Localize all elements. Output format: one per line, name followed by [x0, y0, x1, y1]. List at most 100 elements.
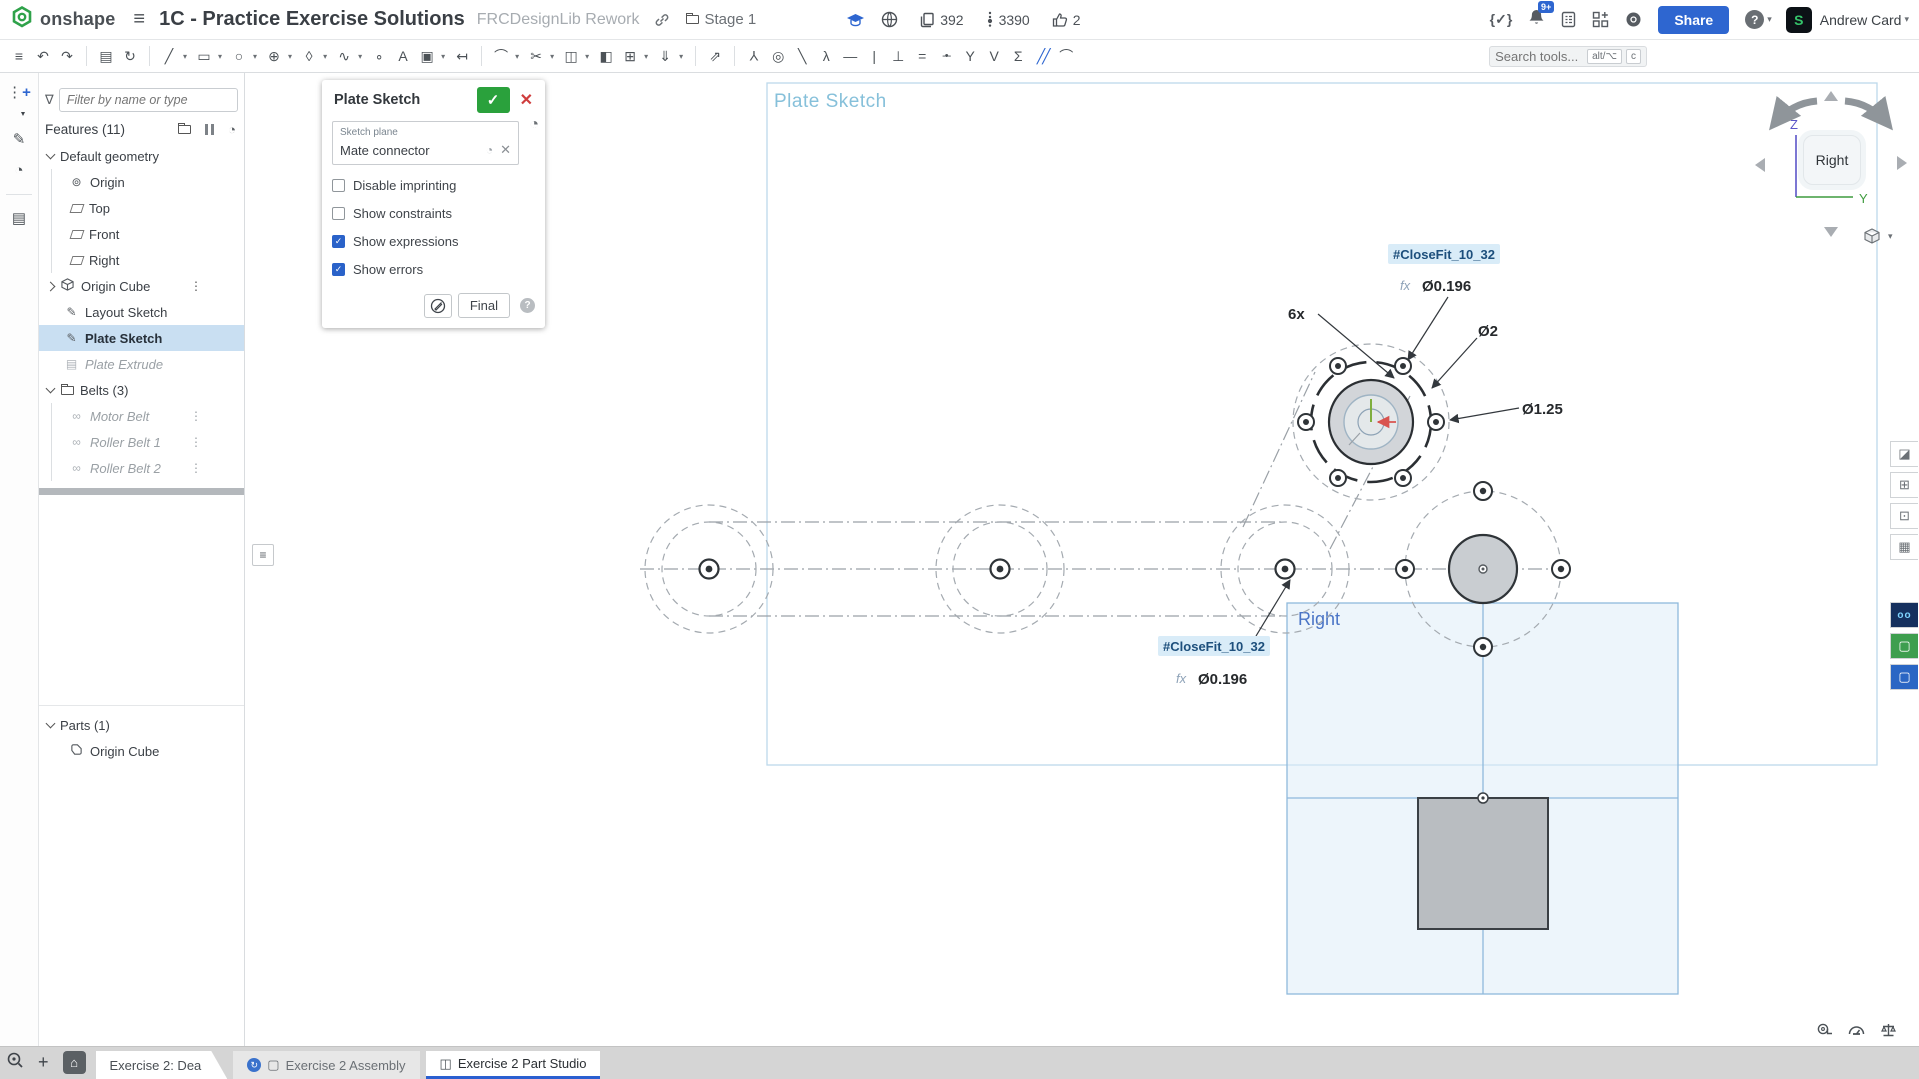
link-icon[interactable]: [654, 12, 670, 28]
concentric-constraint-icon[interactable]: ◎: [767, 44, 789, 68]
followers-stat[interactable]: 3390: [986, 11, 1030, 28]
chevron-down-icon[interactable]: ▾: [1888, 231, 1893, 242]
slot-tool-icon[interactable]: ◊: [298, 44, 320, 68]
chevron-down-icon[interactable]: ▾: [358, 52, 362, 61]
new-folder-icon[interactable]: [178, 125, 191, 134]
part-row-origin-cube[interactable]: Origin Cube: [39, 738, 244, 764]
tree-row-plate-extrude[interactable]: ▤Plate Extrude: [39, 351, 244, 377]
vertical-constraint-icon[interactable]: |: [863, 44, 885, 68]
onshape-logo-icon[interactable]: [10, 5, 34, 34]
tree-row-plate-sketch[interactable]: ✎Plate Sketch: [39, 325, 244, 351]
feature-dialog-handle[interactable]: ≡: [252, 544, 274, 566]
chevron-down-icon[interactable]: [46, 384, 56, 394]
context-menu-dots-icon[interactable]: ⋮: [190, 435, 202, 449]
closefit-badge-top-label[interactable]: #CloseFit_10_32: [1393, 247, 1495, 262]
circle-tool-icon[interactable]: ○: [228, 44, 250, 68]
avatar[interactable]: S: [1786, 7, 1812, 33]
text-tool-icon[interactable]: A: [392, 44, 414, 68]
copies-stat[interactable]: 392: [920, 12, 963, 28]
edu-plan-icon[interactable]: [846, 13, 865, 27]
curvature-icon[interactable]: ⌒: [1055, 44, 1077, 68]
chevron-down-icon[interactable]: ▾: [1767, 14, 1772, 25]
rectangle-tool-icon[interactable]: ▭: [193, 44, 215, 68]
spreadsheet-panel-button[interactable]: ▢: [1890, 633, 1918, 659]
chevron-down-icon[interactable]: ▾: [288, 52, 292, 61]
mass-properties-scale-icon[interactable]: [1880, 1022, 1897, 1043]
option-show-constraints[interactable]: Show constraints: [332, 206, 535, 221]
import-dxf-icon[interactable]: ⇓: [654, 44, 676, 68]
context-menu-dots-icon[interactable]: ⋮: [190, 279, 202, 293]
tangent-constraint-icon[interactable]: λ: [815, 44, 837, 68]
checkbox-unchecked[interactable]: [332, 207, 345, 220]
sketch-feature-list-icon[interactable]: ≡: [8, 44, 30, 68]
add-tab-button[interactable]: +: [34, 1052, 53, 1073]
coincident-constraint-icon[interactable]: Y: [743, 44, 765, 68]
search-tabs-icon[interactable]: [6, 1051, 24, 1074]
search-tools-box[interactable]: alt/⌥ c: [1489, 46, 1647, 67]
history-icon[interactable]: ◔: [14, 163, 23, 178]
normal-constraint-icon[interactable]: V: [983, 44, 1005, 68]
roller-construction-circles[interactable]: [645, 344, 1561, 647]
chevron-down-icon[interactable]: ▾: [585, 52, 589, 61]
tree-row-roller-belt-2[interactable]: ∞Roller Belt 2⋮: [39, 455, 244, 481]
custom-tables-panel-button[interactable]: ▦: [1890, 534, 1918, 560]
app-store-icon[interactable]: [1592, 11, 1609, 28]
history-clock-icon[interactable]: ◔: [529, 116, 539, 134]
appearance-panel-button[interactable]: ◪: [1890, 441, 1918, 467]
chevron-down-icon[interactable]: ▾: [1904, 14, 1909, 25]
motor-pulley[interactable]: [1311, 362, 1431, 482]
release-notes-icon[interactable]: [1561, 11, 1576, 28]
docs-panel-button[interactable]: ▢: [1890, 664, 1918, 690]
notifications-bell[interactable]: 9+: [1528, 8, 1545, 31]
tab-exercise-2-part-studio[interactable]: ◫ Exercise 2 Part Studio: [426, 1051, 601, 1079]
workspace-folder[interactable]: Stage 1: [686, 11, 757, 28]
configuration-panel-button[interactable]: ⊞: [1890, 472, 1918, 498]
help-button[interactable]: ?: [1745, 10, 1764, 29]
option-show-expressions[interactable]: ✓ Show expressions: [332, 234, 535, 249]
tree-row-right[interactable]: Right: [39, 247, 244, 273]
expression-constraint-icon[interactable]: Σ: [1007, 44, 1029, 68]
sketch-tools-button[interactable]: [424, 294, 452, 318]
chevron-down-icon[interactable]: [46, 150, 56, 160]
chevron-down-icon[interactable]: ▾: [644, 52, 648, 61]
cancel-button[interactable]: ✕: [520, 90, 533, 110]
history-clock-icon[interactable]: ◔: [228, 122, 236, 137]
move-tool-icon[interactable]: ⇗: [704, 44, 726, 68]
tree-row-belts-folder[interactable]: Belts (3): [39, 377, 244, 403]
checkbox-checked[interactable]: ✓: [332, 235, 345, 248]
pattern-tool-icon[interactable]: ⊞: [619, 44, 641, 68]
onshape-wordmark[interactable]: onshape: [40, 9, 115, 30]
chevron-right-icon[interactable]: [46, 281, 56, 291]
clear-selection-icon[interactable]: ✕: [500, 142, 511, 158]
option-disable-imprinting[interactable]: Disable imprinting: [332, 178, 535, 193]
undo-icon[interactable]: ↶: [32, 44, 54, 68]
chevron-down-icon[interactable]: ▾: [441, 52, 445, 61]
transform-icon[interactable]: ↻: [119, 44, 141, 68]
checkbox-checked[interactable]: ✓: [332, 263, 345, 276]
tape-measure-icon[interactable]: [1815, 1022, 1833, 1043]
square-profile[interactable]: [1418, 793, 1548, 929]
tree-row-roller-belt-1[interactable]: ∞Roller Belt 1⋮: [39, 429, 244, 455]
chevron-down-icon[interactable]: ▾: [323, 52, 327, 61]
view-cube-face[interactable]: Right: [1803, 135, 1861, 185]
user-name[interactable]: Andrew Card: [1820, 12, 1902, 28]
clock-icon[interactable]: ◔: [486, 143, 493, 157]
perpendicular-constraint-icon[interactable]: ⊥: [887, 44, 909, 68]
symmetry-constraint-icon[interactable]: Y: [959, 44, 981, 68]
pulley-dim[interactable]: Ø1.25: [1522, 401, 1563, 418]
trim-tool-icon[interactable]: ✂: [525, 44, 547, 68]
context-menu-dots-icon[interactable]: ⋮: [190, 461, 202, 475]
chevron-down-icon[interactable]: ▾: [218, 52, 222, 61]
offset-tool-icon[interactable]: ▣: [416, 44, 438, 68]
diameter-dim-bottom[interactable]: Ø0.196: [1198, 671, 1247, 688]
tree-row-layout-sketch[interactable]: ✎Layout Sketch: [39, 299, 244, 325]
horizontal-constraint-icon[interactable]: —: [839, 44, 861, 68]
split-tool-icon[interactable]: ◫: [560, 44, 582, 68]
home-tab-button[interactable]: ⌂: [63, 1051, 86, 1074]
ai-assistant-icon[interactable]: [1625, 11, 1642, 28]
closefit-badge-bottom-label[interactable]: #CloseFit_10_32: [1163, 639, 1265, 654]
tab-exercise-2-drawing[interactable]: Exercise 2: Dea: [96, 1051, 228, 1079]
option-show-errors[interactable]: ✓ Show errors: [332, 262, 535, 277]
chevron-down-icon[interactable]: ▾: [183, 52, 187, 61]
public-globe-icon[interactable]: [881, 11, 898, 28]
